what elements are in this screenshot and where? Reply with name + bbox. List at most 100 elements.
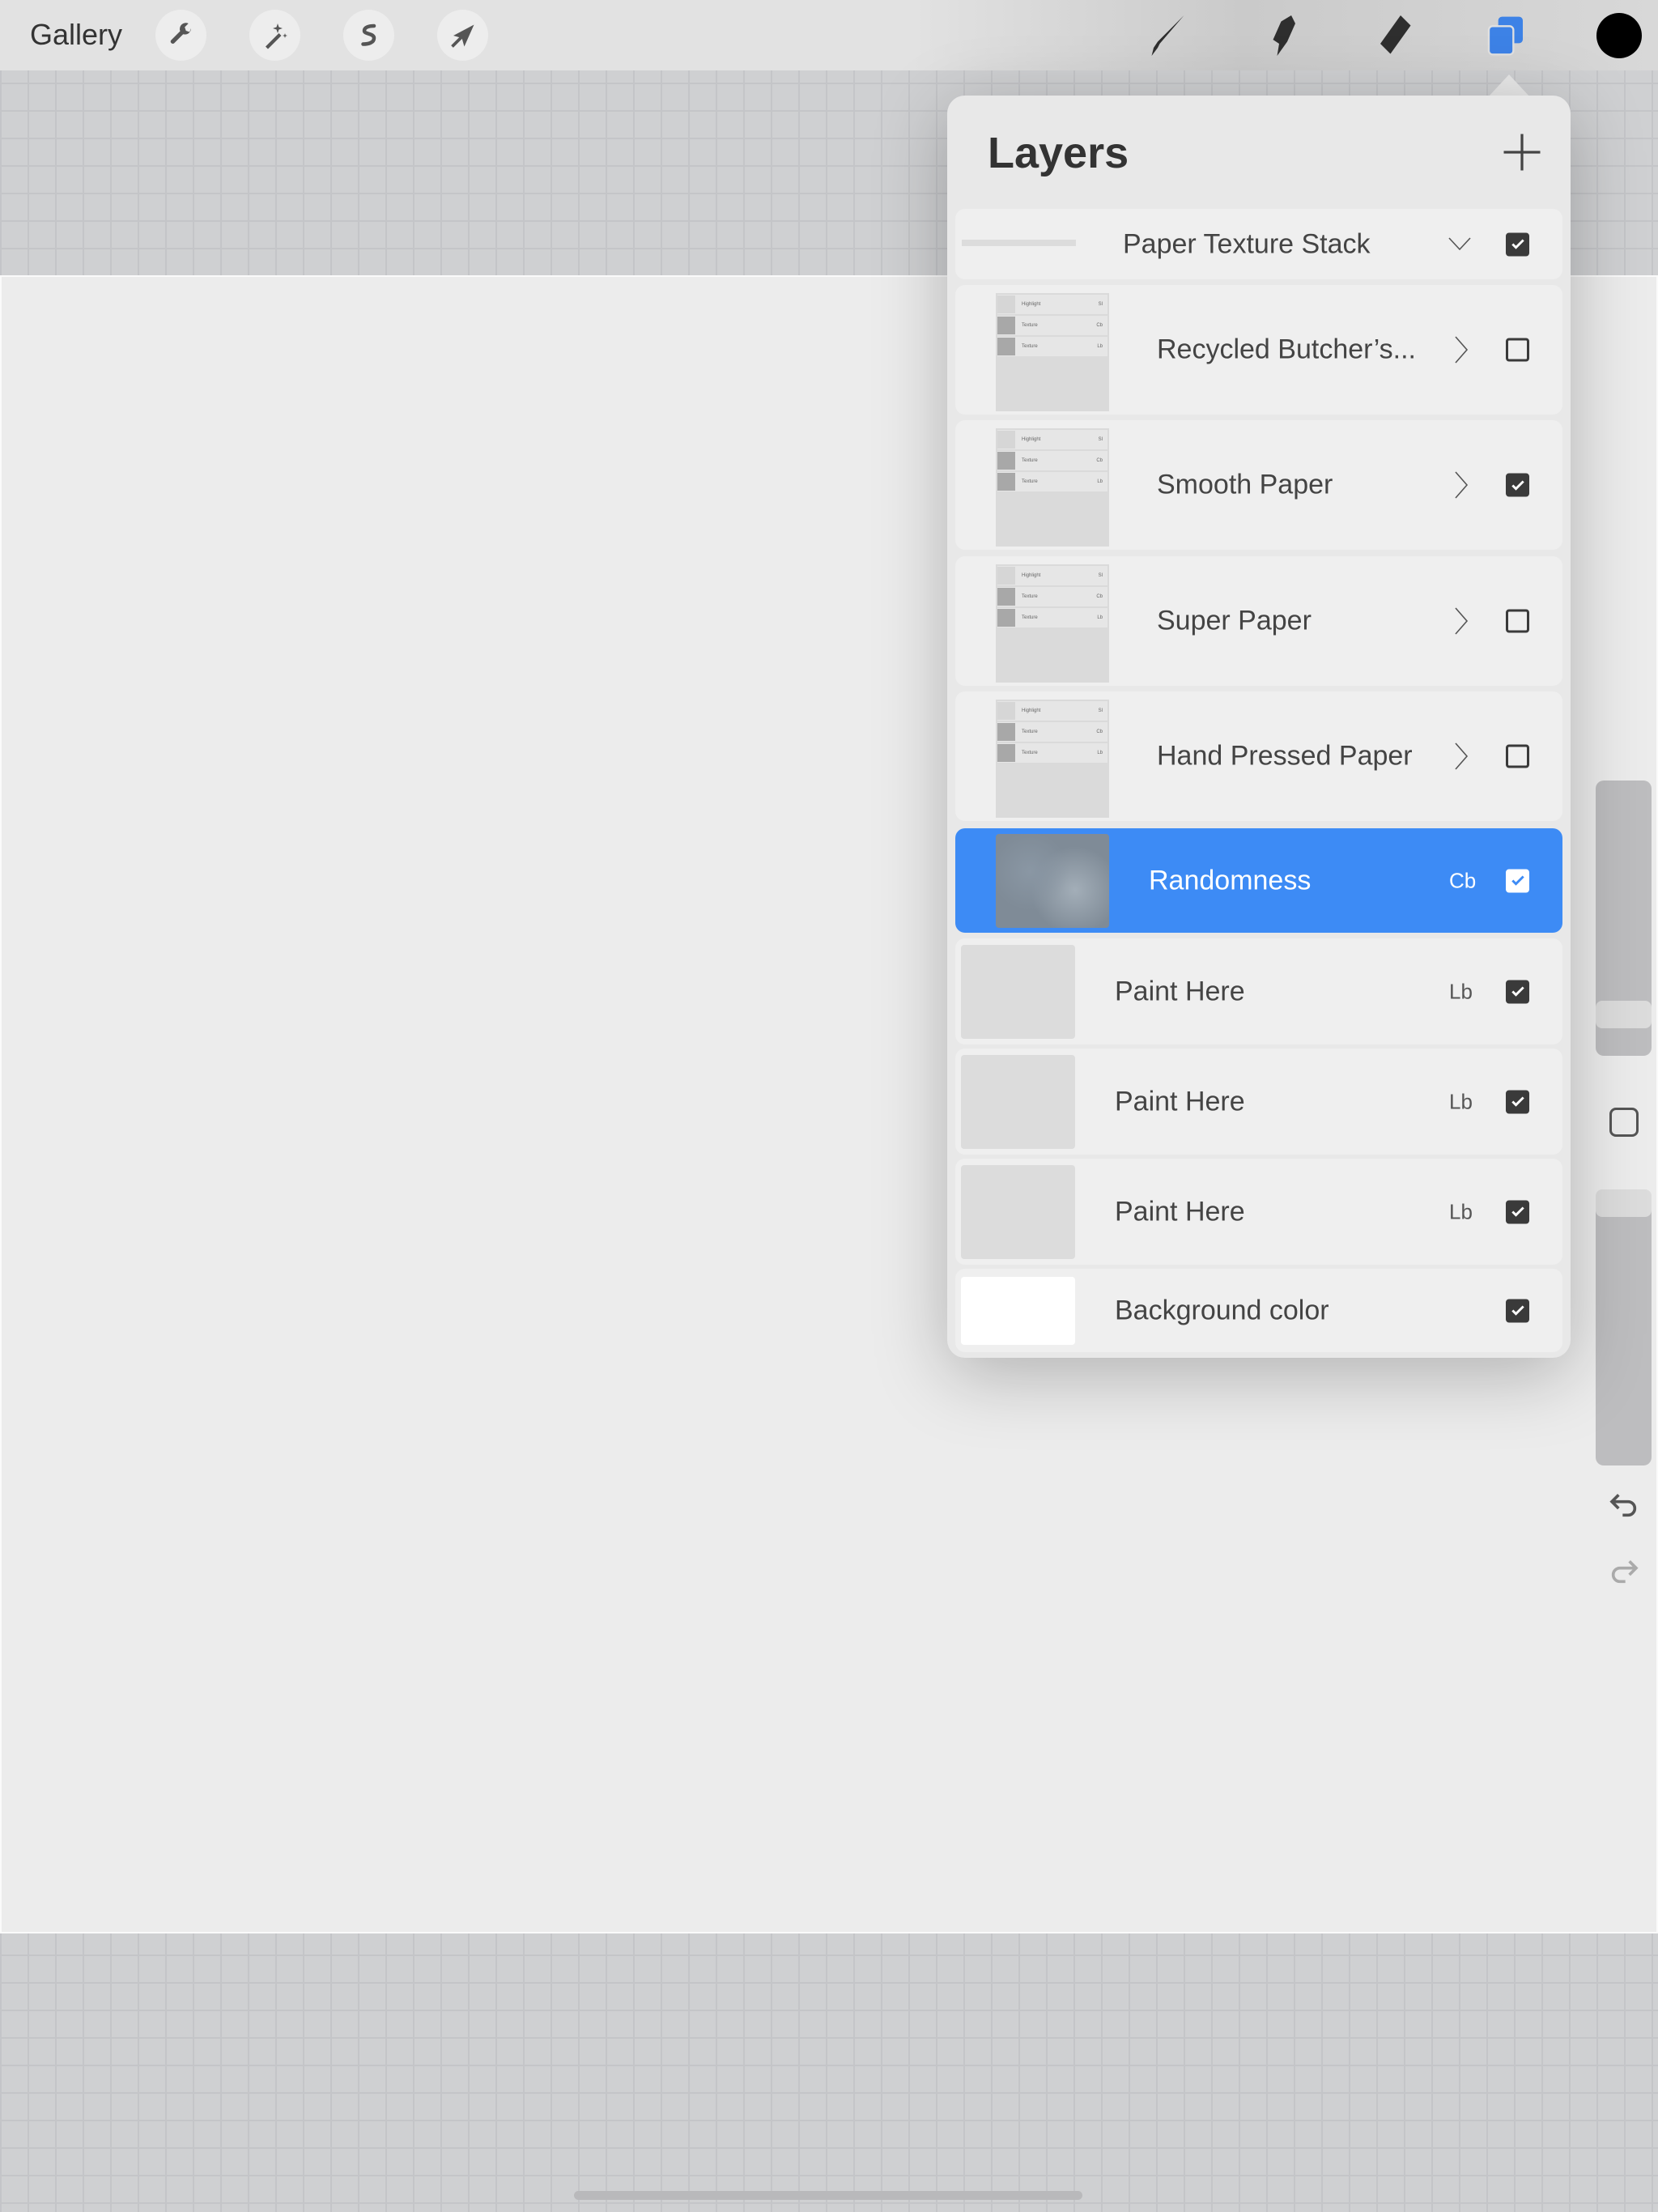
visibility-checkbox[interactable] [1506, 609, 1529, 633]
visibility-checkbox[interactable] [1506, 1200, 1529, 1223]
layer-name: Hand Pressed Paper [1157, 740, 1413, 772]
group-child-thumbnail: Highlight Sl Texture Cb Texture Lb [996, 564, 1109, 683]
thumb-row-mode: Sl [1098, 573, 1103, 578]
eraser-button[interactable] [1368, 11, 1417, 60]
thumb-row: Texture Lb [997, 337, 1107, 356]
blend-mode-button[interactable]: Cb [1449, 868, 1476, 893]
thumb-row: Texture Cb [997, 587, 1107, 606]
thumb-row: Texture Lb [997, 608, 1107, 627]
layers-button[interactable] [1482, 11, 1530, 60]
layer-group-row[interactable]: Paper Texture Stack [955, 209, 1562, 279]
thumb-row-mode: Lb [1097, 615, 1103, 620]
check-icon [1511, 875, 1524, 886]
panel-pointer [1488, 74, 1530, 97]
smudge-button[interactable] [1255, 11, 1303, 60]
undo-icon[interactable] [1608, 1488, 1640, 1521]
panel-title: Layers [988, 129, 1129, 177]
thumb-row-name: Texture [1022, 479, 1038, 484]
check-icon [1511, 239, 1524, 249]
check-icon [1511, 986, 1524, 997]
chevron-right-icon[interactable] [1448, 334, 1472, 366]
layers-panel: Layers Paper Texture Stack Highlight Sl Te… [947, 96, 1571, 1358]
chevron-right-icon[interactable] [1448, 469, 1472, 501]
thumb-row-name: Highlight [1022, 437, 1041, 442]
thumb-row-mode: Cb [1096, 594, 1103, 599]
transform-button[interactable] [437, 10, 488, 61]
check-icon [1511, 1096, 1524, 1107]
thumb-row-mode: Lb [1097, 344, 1103, 349]
group-thumbnail [962, 240, 1076, 246]
group-child-row[interactable]: Highlight Sl Texture Cb Texture Lb Smooth Pap… [955, 420, 1562, 550]
group-child-thumbnail: Highlight Sl Texture Cb Texture Lb [996, 428, 1109, 547]
blend-mode-button[interactable]: Lb [1449, 1199, 1473, 1224]
thumb-row-name: Highlight [1022, 708, 1041, 713]
layers-icon [1487, 16, 1523, 56]
layer-name: Recycled Butcher’s... [1157, 334, 1416, 365]
layer-row[interactable]: Randomness Cb [955, 828, 1562, 933]
opacity-handle[interactable] [1596, 1189, 1652, 1217]
group-child-row[interactable]: Highlight Sl Texture Cb Texture Lb Hand Press… [955, 691, 1562, 821]
thumb-row: Highlight Sl [997, 295, 1107, 314]
thumb-row: Texture Cb [997, 722, 1107, 742]
thumb-row-mode: Cb [1096, 458, 1103, 463]
top-toolbar: Gallery [0, 0, 1658, 70]
redo-icon[interactable] [1608, 1555, 1640, 1587]
selection-button[interactable] [343, 10, 394, 61]
actions-button[interactable] [155, 10, 206, 61]
visibility-checkbox[interactable] [1506, 980, 1529, 1003]
move-arrow-icon [450, 24, 474, 48]
chevron-right-icon[interactable] [1448, 605, 1472, 637]
color-swatch[interactable] [1596, 13, 1642, 58]
layer-name: Paint Here [1115, 976, 1245, 1006]
group-child-row[interactable]: Highlight Sl Texture Cb Texture Lb Super Pape… [955, 556, 1562, 686]
blend-mode-button[interactable]: Lb [1449, 1089, 1473, 1114]
thumb-row-mode: Cb [1096, 730, 1103, 734]
thumb-row: Highlight Sl [997, 430, 1107, 449]
visibility-checkbox[interactable] [1506, 1090, 1529, 1113]
smudge-icon [1273, 15, 1295, 56]
brush-button[interactable] [1141, 11, 1190, 60]
gallery-button[interactable]: Gallery [30, 18, 122, 52]
thumb-row: Texture Lb [997, 472, 1107, 491]
thumb-row-mode: Sl [1098, 437, 1103, 442]
group-child-thumbnail: Highlight Sl Texture Cb Texture Lb [996, 700, 1109, 818]
thumb-row-name: Texture [1022, 323, 1038, 328]
opacity-slider[interactable] [1596, 1189, 1652, 1465]
thumb-row: Texture Cb [997, 451, 1107, 470]
add-layer-button[interactable] [1498, 128, 1546, 177]
randomness-thumbnail [996, 833, 1109, 928]
home-indicator[interactable] [574, 2191, 1082, 2200]
check-icon [1511, 1305, 1524, 1316]
chevron-right-icon[interactable] [1448, 740, 1472, 772]
layer-row[interactable]: Paint Here Lb [955, 938, 1562, 1044]
background-layer-row[interactable]: Background color [955, 1269, 1562, 1352]
blend-mode-button[interactable]: Lb [1449, 979, 1473, 1004]
thumb-row: Texture Cb [997, 316, 1107, 335]
layer-name: Background color [1115, 1295, 1329, 1325]
group-name: Paper Texture Stack [1123, 228, 1371, 259]
layer-row[interactable]: Paint Here Lb [955, 1159, 1562, 1265]
thumb-row-name: Texture [1022, 751, 1038, 755]
brush-size-handle[interactable] [1596, 1001, 1652, 1028]
visibility-checkbox[interactable] [1506, 232, 1529, 256]
visibility-checkbox[interactable] [1506, 869, 1529, 892]
thumb-row-mode: Cb [1096, 323, 1103, 328]
selection-icon [360, 23, 376, 46]
visibility-checkbox[interactable] [1506, 1299, 1529, 1322]
thumb-row-name: Texture [1022, 458, 1038, 463]
adjustments-button[interactable] [249, 10, 300, 61]
thumb-row-mode: Lb [1097, 479, 1103, 484]
layer-name: Randomness [1149, 865, 1312, 895]
thumb-row: Highlight Sl [997, 701, 1107, 721]
visibility-checkbox[interactable] [1506, 473, 1529, 497]
check-icon [1511, 479, 1524, 491]
visibility-checkbox[interactable] [1506, 338, 1529, 362]
group-child-row[interactable]: Highlight Sl Texture Cb Texture Lb Recycled B… [955, 285, 1562, 415]
visibility-checkbox[interactable] [1506, 744, 1529, 768]
eyedropper-button[interactable] [1609, 1108, 1639, 1137]
thumb-row-mode: Sl [1098, 302, 1103, 307]
layer-row[interactable]: Paint Here Lb [955, 1049, 1562, 1155]
layer-thumbnail [961, 1054, 1075, 1149]
layer-thumbnail [961, 944, 1075, 1039]
chevron-down-icon[interactable] [1448, 228, 1472, 261]
